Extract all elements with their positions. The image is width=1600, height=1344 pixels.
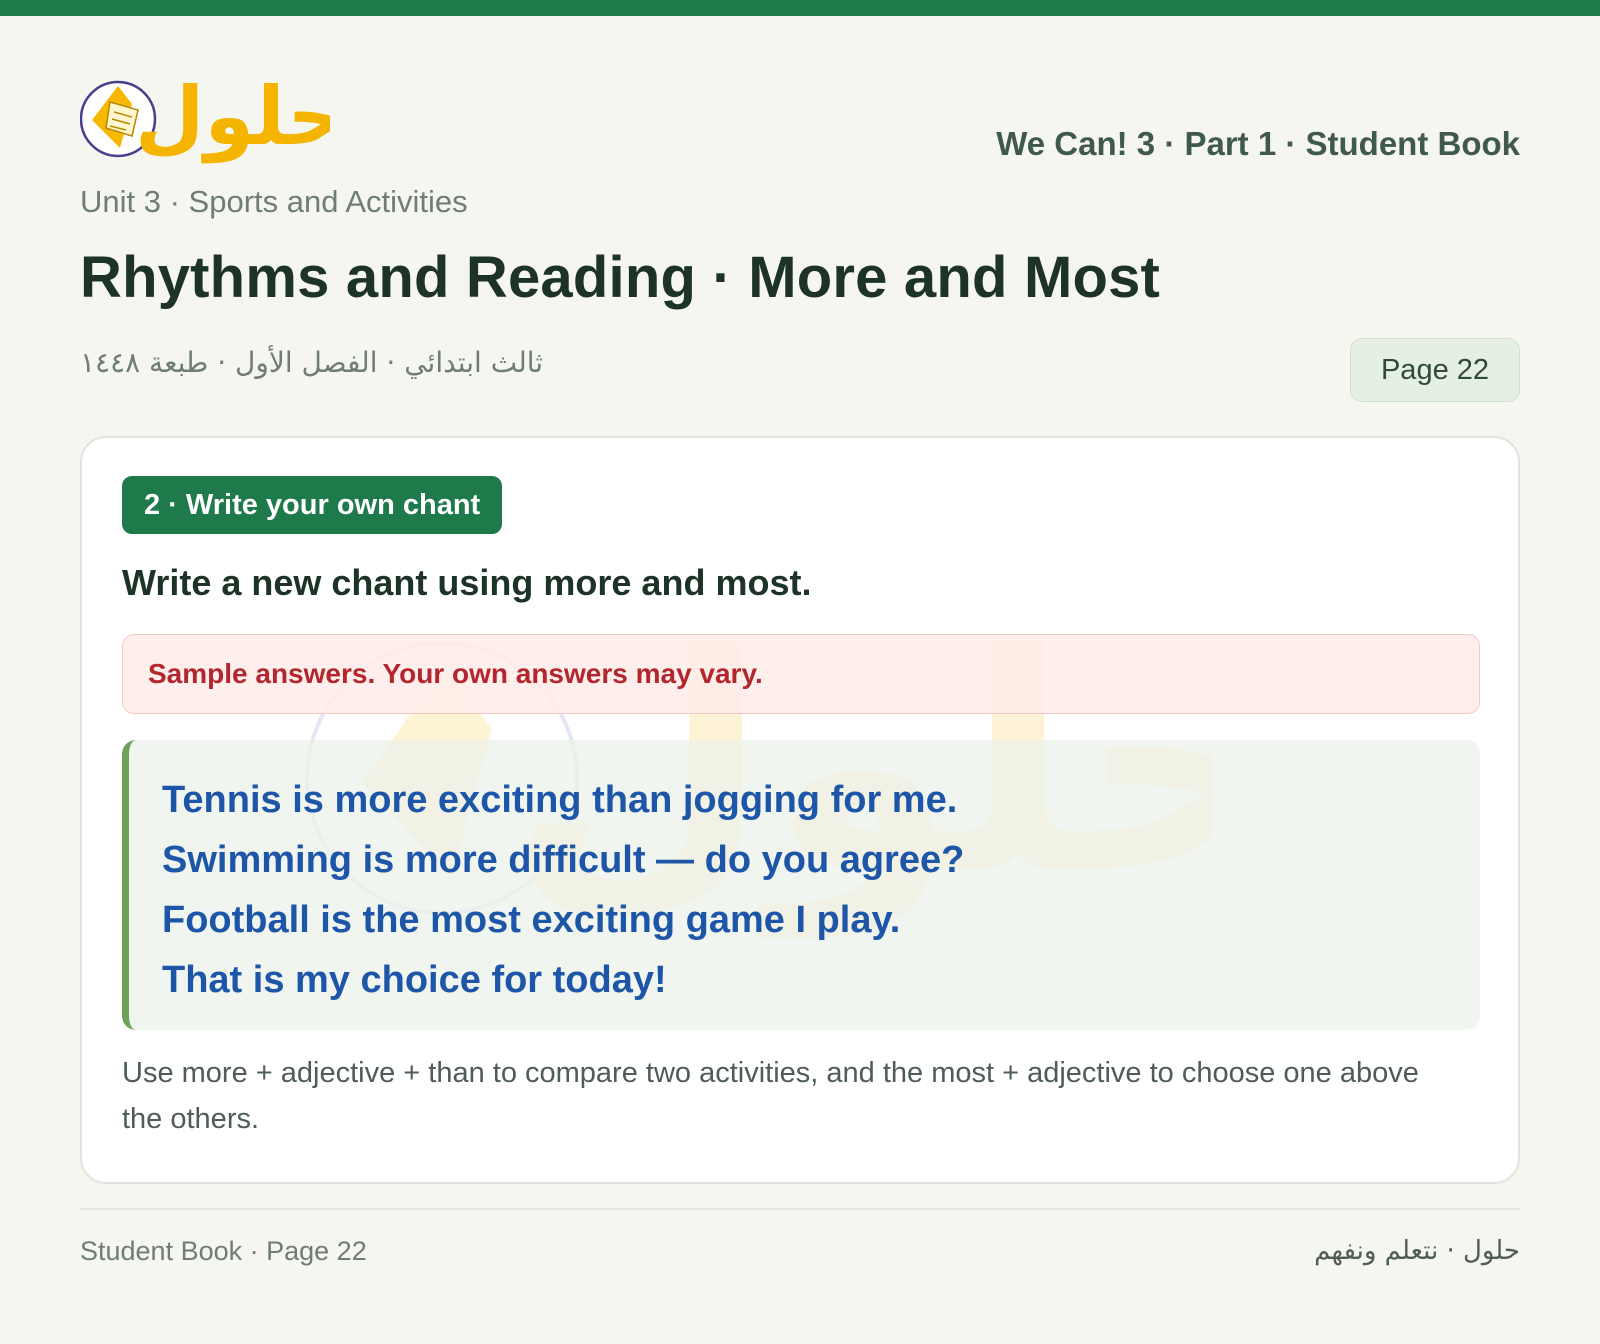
top-accent-bar xyxy=(0,0,1600,16)
footer-page-label: Student Book · Page 22 xyxy=(80,1236,367,1266)
hlool-logo: حلول xyxy=(80,70,330,164)
page-title: Rhythms and Reading · More and Most xyxy=(80,245,1161,310)
header: حلول We Can! 3 · Part 1 · Student Book xyxy=(80,66,1520,186)
exercise-badge: 2 · Write your own chant xyxy=(122,476,503,534)
arabic-meta: ثالث ابتدائي · الفصل الأول · طبعة ١٤٤٨ xyxy=(80,346,544,379)
page: حلول We Can! 3 · Part 1 · Student Book U… xyxy=(80,16,1520,1344)
answer-line: Tennis is more exciting than jogging for… xyxy=(162,779,958,821)
exercise-card: حلول 2 · Write your own chant Write a ne… xyxy=(80,436,1520,1184)
answer-box: Tennis is more exciting than jogging for… xyxy=(122,740,1480,1030)
explanation-text: Use more + adjective + than to compare t… xyxy=(122,1057,1419,1135)
book-title: We Can! 3 · Part 1 · Student Book xyxy=(996,125,1520,162)
footer-brand-tagline: حلول · نتعلم ونفهم xyxy=(1314,1236,1520,1266)
unit-label: Unit 3 · Sports and Activities xyxy=(80,184,468,219)
svg-text:حلول: حلول xyxy=(135,70,330,164)
answer-line: Football is the most exciting game I pla… xyxy=(162,899,901,941)
answer-line: That is my choice for today! xyxy=(162,959,667,1001)
footer-divider xyxy=(80,1208,1520,1210)
sample-answer-note: Sample answers. Your own answers may var… xyxy=(122,634,1480,714)
page-number-badge: Page 22 xyxy=(1350,338,1520,402)
answer-line: Swimming is more difficult — do you agre… xyxy=(162,839,965,881)
exercise-instruction: Write a new chant using more and most. xyxy=(122,562,812,603)
